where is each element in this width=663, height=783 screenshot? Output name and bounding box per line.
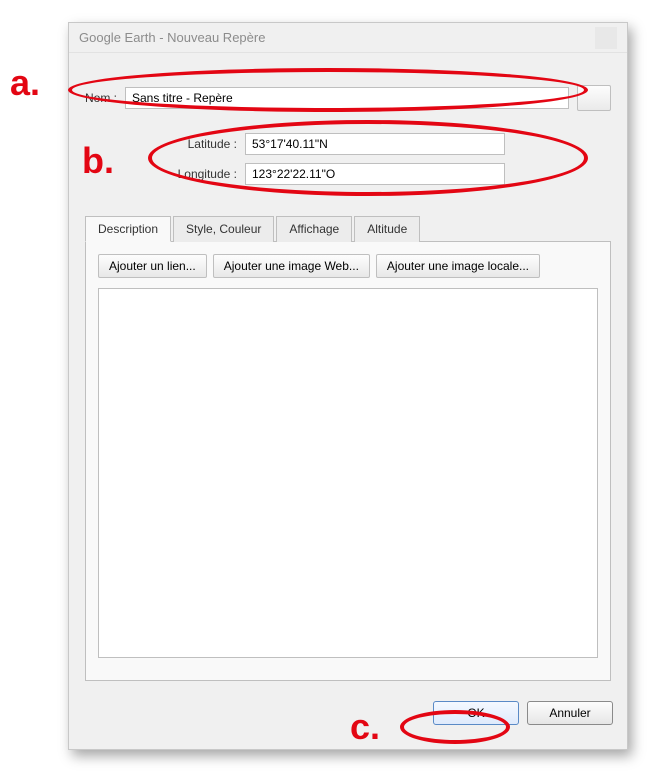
description-textarea[interactable] <box>98 288 598 658</box>
description-toolbar: Ajouter un lien... Ajouter une image Web… <box>98 254 598 278</box>
tab-style-couleur[interactable]: Style, Couleur <box>173 216 274 242</box>
add-web-image-button[interactable]: Ajouter une image Web... <box>213 254 370 278</box>
placemark-icon-button[interactable] <box>577 85 611 111</box>
window-title: Google Earth - Nouveau Repère <box>79 30 595 45</box>
longitude-label: Longitude : <box>165 167 245 181</box>
latitude-input[interactable] <box>245 133 505 155</box>
name-label: Nom : <box>85 91 125 105</box>
longitude-row: Longitude : <box>165 163 611 185</box>
tabs-bar: Description Style, Couleur Affichage Alt… <box>85 215 611 241</box>
cancel-button[interactable]: Annuler <box>527 701 613 725</box>
add-local-image-button[interactable]: Ajouter une image locale... <box>376 254 540 278</box>
tab-affichage[interactable]: Affichage <box>276 216 352 242</box>
latitude-label: Latitude : <box>165 137 245 151</box>
dialog-content: Nom : Latitude : Longitude : Description… <box>69 53 627 691</box>
longitude-input[interactable] <box>245 163 505 185</box>
placemark-dialog: Google Earth - Nouveau Repère Nom : Lati… <box>68 22 628 750</box>
annotation-label-a: a. <box>10 62 40 104</box>
tabs-container: Description Style, Couleur Affichage Alt… <box>85 215 611 681</box>
coordinates-block: Latitude : Longitude : <box>165 133 611 185</box>
name-input[interactable] <box>125 87 569 109</box>
close-icon[interactable] <box>595 27 617 49</box>
tab-body-description: Ajouter un lien... Ajouter une image Web… <box>85 241 611 681</box>
name-row: Nom : <box>85 85 611 111</box>
dialog-buttons: OK Annuler <box>69 691 627 735</box>
tab-description[interactable]: Description <box>85 216 171 242</box>
ok-button[interactable]: OK <box>433 701 519 725</box>
add-link-button[interactable]: Ajouter un lien... <box>98 254 207 278</box>
titlebar: Google Earth - Nouveau Repère <box>69 23 627 53</box>
latitude-row: Latitude : <box>165 133 611 155</box>
tab-altitude[interactable]: Altitude <box>354 216 420 242</box>
